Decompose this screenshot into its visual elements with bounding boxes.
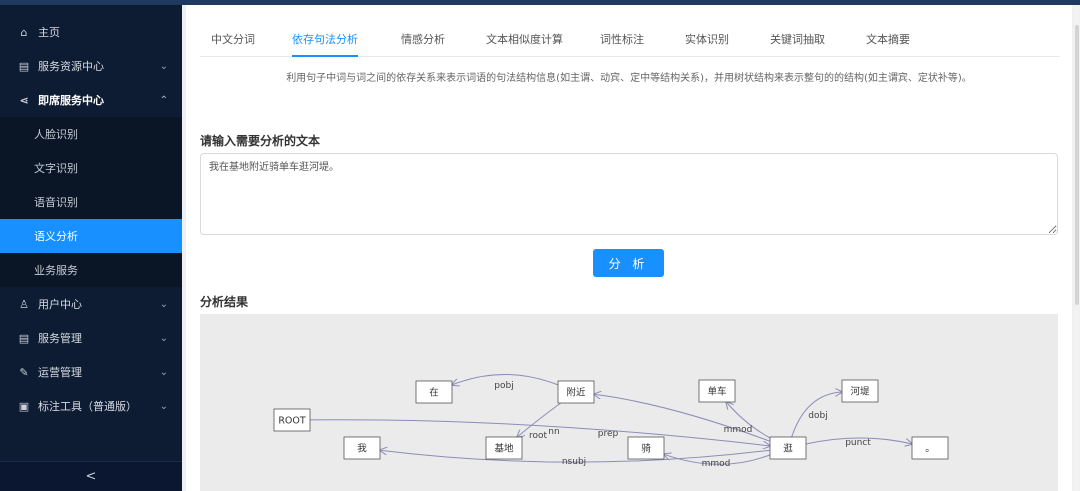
chevron-up-icon: ⌃ bbox=[159, 94, 168, 106]
sidebar-item-label: 运营管理 bbox=[38, 366, 82, 379]
tab-description: 利用句子中词与词之间的依存关系来表示词语的句法结构信息(如主谓、动宾、定中等结构… bbox=[286, 73, 972, 84]
page-scrollbar[interactable] bbox=[1074, 5, 1080, 491]
sidebar-item-label: 服务管理 bbox=[38, 332, 82, 345]
sidebar-item-label: 服务资源中心 bbox=[38, 60, 104, 73]
sidebar-item-label: 用户中心 bbox=[38, 298, 82, 311]
edge-label: nsubj bbox=[562, 457, 586, 467]
edge-label: punct bbox=[845, 438, 871, 448]
sidebar-item-service-management[interactable]: ▤ 服务管理 ⌄ bbox=[0, 321, 182, 355]
edge-label: mmod bbox=[702, 459, 731, 469]
input-section-title: 请输入需要分析的文本 bbox=[200, 134, 321, 148]
tab-dependency-parsing[interactable]: 依存句法分析 bbox=[292, 31, 358, 57]
sidebar-collapse-button[interactable]: < bbox=[0, 461, 182, 491]
graph-node-label: 骑 bbox=[641, 443, 651, 455]
sidebar-subitem-business-services[interactable]: 业务服务 bbox=[0, 253, 182, 287]
analyze-button[interactable]: 分 析 bbox=[593, 249, 664, 277]
chevron-down-icon: ⌄ bbox=[159, 60, 168, 72]
dependency-graph-panel: pobj prep nn root nsubj mmod mmod dobj punct ROOT… bbox=[200, 314, 1058, 491]
chevron-down-icon: ⌄ bbox=[159, 400, 168, 412]
graph-node-label: 在 bbox=[429, 387, 439, 399]
tab-keyword-extraction[interactable]: 关键词抽取 bbox=[770, 31, 825, 57]
graph-node-label: 附近 bbox=[566, 387, 586, 399]
sidebar-subitem-face-recognition[interactable]: 人脸识别 bbox=[0, 117, 182, 151]
tab-pos-tagging[interactable]: 词性标注 bbox=[600, 31, 644, 57]
edge-label: dobj bbox=[808, 411, 827, 421]
graph-node-label: 河堤 bbox=[850, 386, 870, 398]
tab-word-segmentation[interactable]: 中文分词 bbox=[211, 31, 255, 57]
graph-node-label: 逛 bbox=[783, 443, 793, 455]
graph-node-label: 我 bbox=[357, 444, 367, 455]
chevron-down-icon: ⌄ bbox=[159, 332, 168, 344]
result-section-title: 分析结果 bbox=[200, 295, 249, 309]
share-icon: ⋖ bbox=[19, 93, 29, 107]
tab-sentiment-analysis[interactable]: 情感分析 bbox=[401, 31, 445, 57]
wrench-icon: ✎ bbox=[19, 365, 29, 379]
sidebar-item-label: 标注工具（普通版） bbox=[38, 400, 137, 413]
list-icon: ▤ bbox=[18, 331, 30, 345]
user-icon: ♙ bbox=[19, 297, 29, 311]
sidebar-item-instant-services[interactable]: ⋖ 即席服务中心 ⌃ bbox=[0, 83, 182, 117]
analysis-tabs: 中文分词 依存句法分析 情感分析 文本相似度计算 词性标注 实体识别 关键词抽取… bbox=[200, 31, 1060, 57]
text-input[interactable]: 我在基地附近骑单车逛河堤。 bbox=[200, 153, 1058, 235]
scrollbar-thumb[interactable] bbox=[1075, 25, 1079, 305]
tab-text-summary[interactable]: 文本摘要 bbox=[866, 31, 910, 57]
sidebar-item-label: 主页 bbox=[38, 26, 60, 39]
chevron-down-icon: ⌄ bbox=[159, 298, 168, 310]
document-icon: ▤ bbox=[18, 59, 30, 73]
chevron-left-icon: < bbox=[85, 469, 97, 484]
graph-node-label: ROOT bbox=[278, 416, 306, 427]
sidebar-item-operations[interactable]: ✎ 运营管理 ⌄ bbox=[0, 355, 182, 389]
edge-label: nn bbox=[548, 427, 559, 437]
sidebar-item-service-resources[interactable]: ▤ 服务资源中心 ⌄ bbox=[0, 49, 182, 83]
graph-node-label: 单车 bbox=[707, 386, 726, 398]
sidebar-item-home[interactable]: ⌂ 主页 bbox=[0, 15, 182, 49]
edge-label: pobj bbox=[494, 381, 513, 391]
chevron-down-icon: ⌄ bbox=[159, 366, 168, 378]
main-panel: 中文分词 依存句法分析 情感分析 文本相似度计算 词性标注 实体识别 关键词抽取… bbox=[186, 5, 1072, 491]
home-icon: ⌂ bbox=[20, 25, 28, 39]
sidebar-item-user-center[interactable]: ♙ 用户中心 ⌄ bbox=[0, 287, 182, 321]
sidebar: ⌂ 主页 ▤ 服务资源中心 ⌄ ⋖ 即席服务中心 ⌃ 人脸识别 文字识别 语音识… bbox=[0, 5, 182, 491]
edge-label: mmod bbox=[724, 425, 753, 435]
sidebar-subitem-semantic-analysis[interactable]: 语义分析 bbox=[0, 219, 182, 253]
graph-node-label: 基地 bbox=[494, 443, 514, 455]
sidebar-item-annotation-tool[interactable]: ▣ 标注工具（普通版） ⌄ bbox=[0, 389, 182, 423]
dependency-graph: pobjprepnnrootnsubjmmodmmoddobjpunctROOT… bbox=[273, 374, 949, 469]
tab-entity-recognition[interactable]: 实体识别 bbox=[685, 31, 729, 57]
sidebar-item-label: 即席服务中心 bbox=[38, 94, 104, 107]
sidebar-subitem-speech-recognition[interactable]: 语音识别 bbox=[0, 185, 182, 219]
tab-text-similarity[interactable]: 文本相似度计算 bbox=[486, 31, 563, 57]
sidebar-subitem-text-recognition[interactable]: 文字识别 bbox=[0, 151, 182, 185]
edge-label: root bbox=[529, 431, 548, 441]
graph-node-label: 。 bbox=[925, 444, 935, 455]
image-icon: ▣ bbox=[18, 399, 30, 413]
